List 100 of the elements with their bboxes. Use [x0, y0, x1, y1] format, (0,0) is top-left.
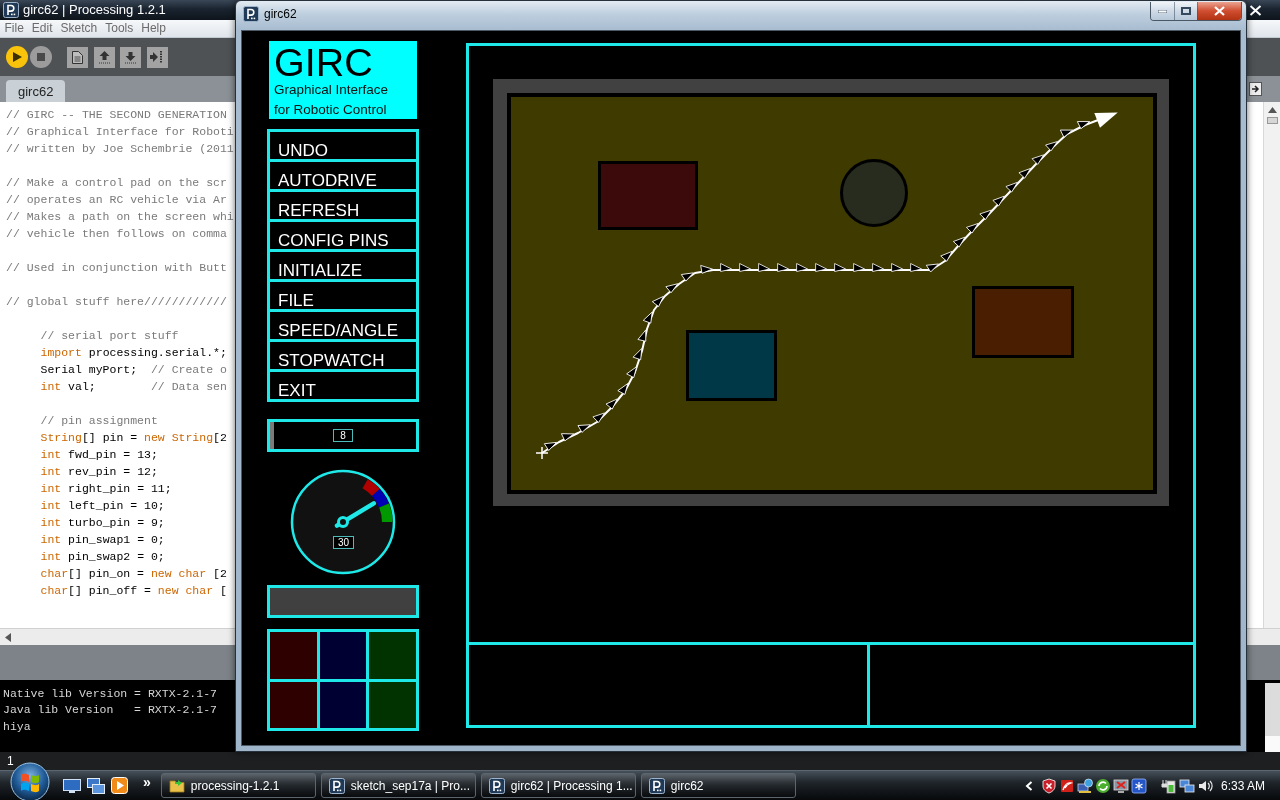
code-line: int left_pin = 10; — [40, 498, 165, 514]
document-icon — [72, 50, 83, 64]
menu-item[interactable]: Tools — [101, 21, 137, 36]
arrow-right-icon — [150, 51, 164, 63]
logo-tagline: for Robotic Control — [274, 101, 387, 119]
console-line: Java lib Version = RXTX-2.1-7 — [3, 702, 217, 719]
logo-tagline: Graphical Interface — [274, 81, 389, 99]
monitor-icon[interactable] — [1112, 777, 1129, 794]
window-title: girc62 | Processing 1.2.1 — [23, 2, 166, 18]
logo-title: GIRC — [274, 44, 373, 80]
code-line: int rev_pin = 12; — [40, 464, 158, 480]
shield-icon[interactable] — [1040, 777, 1057, 794]
code-line: // Make a control pad on the scr — [6, 175, 227, 191]
export-button[interactable] — [146, 46, 168, 68]
taskbar-label: girc62 — [670, 778, 704, 793]
new-button[interactable] — [67, 46, 88, 68]
taskbar-button[interactable]: processing-1.2.1 — [160, 773, 316, 798]
play-icon[interactable] — [111, 777, 128, 794]
console-line: Native lib Version = RXTX-2.1-7 — [3, 685, 217, 702]
gauge-value: 30 — [333, 536, 355, 549]
window-title: girc62 — [264, 6, 297, 22]
maximize-icon — [1181, 7, 1191, 15]
arrow-down-icon — [125, 50, 136, 64]
more-button[interactable]: » — [143, 774, 151, 789]
code-line: // written by Joe Schembrie (2011 — [6, 141, 234, 157]
code-line: int val; // Data sen — [40, 379, 227, 395]
code-line: char[] pin_on = new char [2 — [40, 566, 227, 582]
code-line: // serial port stuff — [40, 328, 179, 344]
pad-tile[interactable] — [319, 681, 367, 728]
code-line: // GIRC -- THE SECOND GENERATION — [6, 107, 227, 123]
close-icon[interactable] — [1249, 4, 1262, 16]
console-line: hiya — [3, 718, 31, 735]
code-line: int fwd_pin = 13; — [40, 447, 158, 463]
computers-icon[interactable] — [1178, 777, 1195, 794]
clock: 6:33 AM — [1220, 778, 1265, 793]
swoosh-icon[interactable] — [1058, 777, 1075, 794]
open-button[interactable] — [93, 46, 115, 68]
stop-icon — [37, 53, 45, 61]
code-line: String[] pin = new String[2 — [40, 430, 227, 446]
taskbar-button[interactable]: sketch_sep17a | Pro... — [320, 773, 476, 798]
arrow-up-icon — [98, 50, 110, 64]
code-line: int turbo_pin = 9; — [40, 515, 165, 531]
slider-value: 8 — [333, 429, 353, 442]
maximize-button[interactable] — [1174, 2, 1197, 20]
taskbar-label: sketch_sep17a | Pro... — [350, 778, 470, 793]
code-line: int right_pin = 11; — [40, 481, 172, 497]
line-number: 1 — [7, 754, 14, 768]
scroll-left-arrow-icon[interactable] — [5, 632, 11, 642]
scroll-thumb-icon[interactable] — [1266, 117, 1278, 124]
code-line: // Makes a path on the screen whi — [6, 209, 234, 225]
menu-item[interactable]: File — [1, 21, 28, 36]
app-icon — [243, 6, 259, 22]
code-line: // Used in conjunction with Butt — [6, 260, 227, 276]
menu-item[interactable]: Sketch — [57, 21, 101, 36]
play-icon — [12, 52, 22, 62]
taskbar-button[interactable]: girc62 | Processing 1... — [480, 773, 636, 798]
chevron-left-icon[interactable] — [1024, 780, 1033, 791]
pad-tile[interactable] — [369, 632, 416, 679]
arrow-right-icon[interactable] — [1249, 82, 1262, 96]
scroll-up-arrow-icon[interactable] — [1267, 107, 1277, 113]
minimize-icon — [1158, 9, 1167, 13]
code-line: int pin_swap2 = 0; — [40, 549, 165, 565]
code-line: // vehicle then follows on comma — [6, 226, 227, 242]
gauge-zones — [362, 479, 393, 522]
pad-tile[interactable] — [270, 681, 317, 728]
command-button[interactable]: EXIT — [267, 369, 419, 402]
code-line: import processing.serial.*; — [40, 345, 227, 361]
app-icon — [648, 777, 665, 794]
taskbar-label: processing-1.2.1 — [190, 778, 280, 793]
pad-tile[interactable] — [270, 632, 317, 679]
save-button[interactable] — [120, 46, 141, 68]
network-icon[interactable] — [1076, 777, 1093, 794]
pad-tile[interactable] — [369, 681, 416, 728]
slider-track[interactable]: 8 — [267, 419, 419, 452]
app-icon — [488, 777, 505, 794]
refresh-icon[interactable] — [1094, 777, 1111, 794]
taskbar-button[interactable]: girc62 — [640, 773, 796, 798]
folder-icon — [168, 777, 185, 794]
taskbar-label: girc62 | Processing 1... — [510, 778, 633, 793]
code-line: // operates an RC vehicle via Ar — [6, 192, 227, 208]
battery-icon[interactable] — [1160, 777, 1177, 794]
code-line: int pin_swap1 = 0; — [40, 532, 165, 548]
code-line: Serial myPort; // Create o — [40, 362, 227, 378]
asterisk-icon[interactable] — [1130, 777, 1147, 794]
close-button[interactable] — [1197, 2, 1241, 20]
desktop-icon[interactable] — [63, 777, 81, 794]
menu-item[interactable]: Help — [137, 21, 170, 36]
pad-tile[interactable] — [319, 632, 367, 679]
code-line: // Graphical Interface for Roboti — [6, 124, 234, 140]
app-icon — [328, 777, 345, 794]
app-icon — [3, 2, 19, 18]
console-scrollbar[interactable] — [1265, 683, 1280, 736]
code-line: // global stuff here//////////// — [6, 294, 227, 310]
code-line: char[] pin_off = new char [ — [40, 583, 227, 599]
menu-item[interactable]: Edit — [28, 21, 57, 36]
windows-stack-icon[interactable] — [87, 777, 105, 794]
run-button[interactable] — [6, 46, 28, 68]
file-tab[interactable]: girc62 — [6, 80, 66, 102]
code-line: // pin assignment — [40, 413, 158, 429]
close-icon — [1214, 6, 1225, 16]
